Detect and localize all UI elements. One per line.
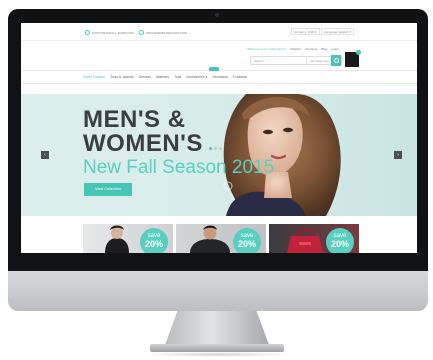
email-info: INFO@DEMO.DEFAULT.COM <box>139 30 187 35</box>
cart-button[interactable] <box>345 50 361 67</box>
chevron-right-icon: › <box>397 152 399 158</box>
chevron-left-icon: ‹ <box>44 152 46 158</box>
blog-link[interactable]: Blog <box>321 47 327 51</box>
account-links: Welcome to our Online Store! Wishlist Ch… <box>247 47 339 51</box>
camera-icon <box>215 13 219 17</box>
view-collection-button[interactable]: View Collection <box>84 183 132 196</box>
home-indicator <box>209 67 219 71</box>
save-amount: 20% <box>237 239 256 249</box>
hero-title-line2: WOMEN'S <box>83 130 203 157</box>
hero-title-line1: MEN'S & <box>83 106 186 133</box>
slider-dot-3[interactable] <box>219 147 222 150</box>
slider-dot-2[interactable] <box>214 147 217 150</box>
nav-item-swimwear[interactable]: Swimwear <box>212 75 228 79</box>
nav-item-watches[interactable]: Watches <box>156 75 169 79</box>
website-screen: HTTP://SHOP.ALL-SHOP.COM INFO@DEMO.DEFAU… <box>21 23 417 253</box>
promo-banner-3[interactable]: save 20% <box>269 224 359 253</box>
website-link[interactable]: HTTP://SHOP.ALL-SHOP.COM <box>92 31 134 35</box>
imac-monitor: HTTP://SHOP.ALL-SHOP.COM INFO@DEMO.DEFAU… <box>0 0 433 360</box>
search-button[interactable] <box>331 55 341 66</box>
welcome-text: Welcome to our Online Store! <box>247 47 287 51</box>
nav-items: Home Fashion Tools & Jackets Dresses Wat… <box>83 75 247 79</box>
globe-icon <box>85 30 90 35</box>
slider-prev-button[interactable]: ‹ <box>41 151 49 159</box>
nav-item-accessories[interactable]: Accessories ▾ <box>186 75 207 79</box>
save-badge-2: save 20% <box>233 228 261 253</box>
checkout-link[interactable]: Checkout <box>305 47 318 51</box>
nav-item-tops[interactable]: Tops <box>174 75 181 79</box>
wishlist-link[interactable]: Wishlist <box>290 47 300 51</box>
cart-count-badge <box>356 50 361 55</box>
slider-dots <box>209 147 222 150</box>
save-badge-1: save 20% <box>140 228 168 253</box>
promo-banner-2[interactable]: save 20% <box>176 224 266 253</box>
login-link[interactable]: Login <box>331 47 338 51</box>
nav-item-dresses[interactable]: Dresses <box>139 75 151 79</box>
monitor-stand-base <box>150 344 284 352</box>
save-amount: 20% <box>144 239 163 249</box>
website-info: HTTP://SHOP.ALL-SHOP.COM <box>85 30 134 35</box>
nav-item-home-fashion[interactable]: Home Fashion <box>83 75 105 79</box>
monitor-chin <box>8 271 428 311</box>
model-photo <box>223 94 341 216</box>
language-select[interactable]: Language: English ▾ <box>321 28 355 35</box>
currency-select[interactable]: Currency: USD ▾ <box>291 28 320 35</box>
nav-item-tools-jackets[interactable]: Tools & Jackets <box>110 75 134 79</box>
monitor-stand-neck <box>165 311 269 345</box>
promo-banner-1[interactable]: save 20% <box>83 224 173 253</box>
save-amount: 20% <box>330 239 349 249</box>
top-info-bar: HTTP://SHOP.ALL-SHOP.COM INFO@DEMO.DEFAU… <box>21 23 417 41</box>
site-header: Welcome to our Online Store! Wishlist Ch… <box>21 41 417 73</box>
search-icon <box>333 58 339 63</box>
search-bar: Search All Categories <box>250 56 342 65</box>
email-link[interactable]: INFO@DEMO.DEFAULT.COM <box>146 31 187 35</box>
hero-slider: MEN'S & WOMEN'S New Fall Season 2015 Vie… <box>21 94 417 216</box>
main-nav: Home Fashion Tools & Jackets Dresses Wat… <box>21 67 417 84</box>
hero-subtitle: New Fall Season 2015 <box>83 157 275 178</box>
stand-shadow <box>140 352 294 357</box>
mail-icon <box>139 30 144 35</box>
search-input[interactable]: Search <box>251 57 307 64</box>
slider-next-button[interactable]: › <box>394 151 402 159</box>
nav-item-footwear[interactable]: Footwear <box>233 75 247 79</box>
slider-dot-1[interactable] <box>209 147 212 150</box>
save-badge-3: save 20% <box>326 228 354 253</box>
